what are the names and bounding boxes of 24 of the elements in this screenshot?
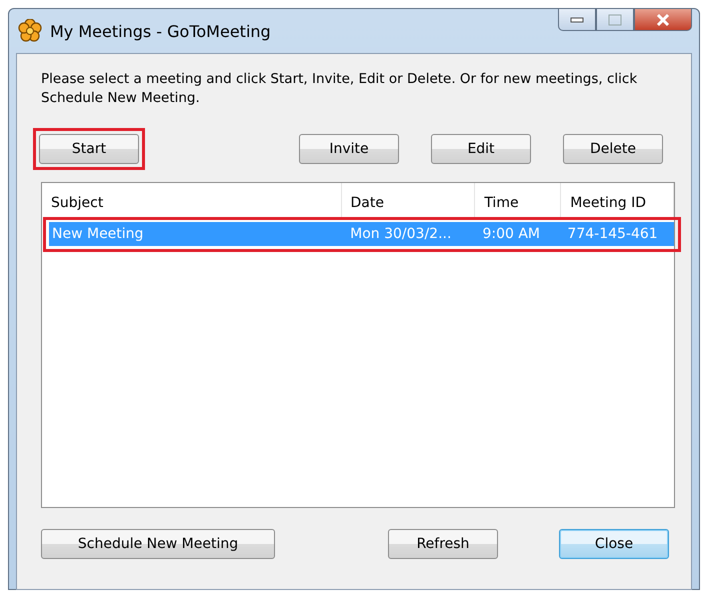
close-button[interactable] — [634, 9, 692, 31]
maximize-button[interactable] — [596, 9, 634, 31]
minimize-icon — [570, 16, 584, 22]
close-icon — [655, 12, 671, 26]
column-header[interactable]: Subject — [42, 183, 342, 217]
dialog-button[interactable]: Start — [39, 134, 139, 164]
column-header[interactable]: Time — [475, 183, 562, 217]
column-header[interactable]: Date — [342, 183, 476, 217]
column-header[interactable]: Meeting ID — [561, 183, 674, 217]
table-cell-text: 9:00 AM — [481, 226, 542, 242]
table-cell-text: Mon 30/03/2... — [349, 226, 452, 242]
instructions-text: Please select a meeting and click Start, Invite, Edit or Delete. Or for new meetings, click Schedule New Meeting. — [41, 70, 638, 108]
table-cell-text: 774-145-461 — [566, 226, 659, 242]
minimize-button[interactable] — [558, 9, 596, 31]
dialog-button[interactable]: Delete — [563, 134, 663, 164]
dialog-button[interactable]: Invite — [299, 134, 399, 164]
maximize-icon — [608, 14, 622, 26]
dialog-button[interactable]: Refresh — [388, 529, 498, 559]
dialog-button[interactable]: Edit — [431, 134, 531, 164]
dialog-button[interactable]: Close — [559, 529, 669, 559]
table-cell-text: New Meeting — [51, 226, 144, 242]
dialog-button[interactable]: Schedule New Meeting — [41, 529, 275, 559]
window-title: My Meetings - GoToMeeting — [50, 22, 271, 40]
flower-logo-icon — [18, 19, 42, 43]
